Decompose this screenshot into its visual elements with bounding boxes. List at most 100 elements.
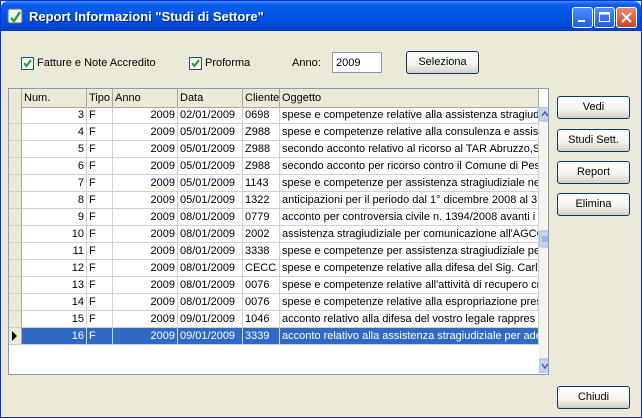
column-header[interactable]: Data	[178, 89, 243, 107]
table-cell[interactable]: 05/01/2009	[178, 192, 243, 209]
table-cell[interactable]: 0779	[243, 209, 280, 226]
table-cell[interactable]: F	[87, 294, 113, 311]
table-cell[interactable]: acconto per controversia civile n. 1394/…	[280, 209, 539, 226]
table-row[interactable]: 8 F 2009 05/01/2009 1322 anticipazioni per il…	[9, 192, 539, 209]
row-selector[interactable]	[9, 260, 22, 277]
studi-settore-button[interactable]: Studi Sett.	[557, 129, 630, 152]
table-cell[interactable]: acconto relativo alla difesa del vostro …	[280, 311, 539, 328]
column-header[interactable]: Anno	[113, 89, 178, 107]
anno-input[interactable]	[332, 52, 382, 73]
table-cell[interactable]: assistenza stragiudiziale per comunicazi…	[280, 226, 539, 243]
table-cell[interactable]: 05/01/2009	[178, 124, 243, 141]
table-cell[interactable]: 5	[22, 141, 87, 158]
table-cell[interactable]: 08/01/2009	[178, 294, 243, 311]
table-cell[interactable]: secondo acconto per ricorso contro il Co…	[280, 158, 539, 175]
table-cell[interactable]: 2009	[113, 209, 178, 226]
table-cell[interactable]: 1046	[243, 311, 280, 328]
table-cell[interactable]: 2009	[113, 226, 178, 243]
column-header[interactable]: Oggetto	[280, 89, 539, 107]
table-cell[interactable]: CECC	[243, 260, 280, 277]
proforma-checkbox[interactable]	[189, 57, 202, 70]
fatture-checkbox[interactable]	[21, 57, 34, 70]
table-cell[interactable]: Z988	[243, 158, 280, 175]
table-cell[interactable]: 09/01/2009	[178, 328, 243, 345]
table-cell[interactable]: spese e competenze relative all'attività…	[280, 277, 539, 294]
maximize-button[interactable]	[594, 7, 615, 28]
table-row[interactable]: 4 F 2009 05/01/2009 Z988 spese e competenze r…	[9, 124, 539, 141]
table-cell[interactable]: 2009	[113, 124, 178, 141]
table-cell[interactable]: F	[87, 107, 113, 124]
table-row[interactable]: 13 F 2009 08/01/2009 0076 spese e competenze …	[9, 277, 539, 294]
row-selector[interactable]	[9, 175, 22, 192]
report-button[interactable]: Report	[557, 161, 630, 184]
table-cell[interactable]: F	[87, 209, 113, 226]
row-selector[interactable]	[9, 277, 22, 294]
table-cell[interactable]: 08/01/2009	[178, 260, 243, 277]
table-cell[interactable]: 13	[22, 277, 87, 294]
table-row[interactable]: 11 F 2009 08/01/2009 3338 spese e competenze …	[9, 243, 539, 260]
table-cell[interactable]: Z988	[243, 124, 280, 141]
row-selector[interactable]	[9, 158, 22, 175]
table-cell[interactable]: F	[87, 311, 113, 328]
seleziona-button[interactable]: Seleziona	[406, 51, 479, 74]
table-cell[interactable]: 1143	[243, 175, 280, 192]
table-cell[interactable]: spese e competenze relative alla consule…	[280, 124, 539, 141]
table-row[interactable]: 7 F 2009 05/01/2009 1143 spese e competenze p…	[9, 175, 539, 192]
close-button[interactable]	[616, 7, 637, 28]
table-cell[interactable]: 3339	[243, 328, 280, 345]
table-cell[interactable]: F	[87, 141, 113, 158]
table-cell[interactable]: 2009	[113, 107, 178, 124]
data-grid[interactable]: Num. Tipo Anno Data Cliente Oggetto 3 F 20…	[8, 88, 549, 375]
table-cell[interactable]: 11	[22, 243, 87, 260]
minimize-button[interactable]	[572, 7, 593, 28]
table-cell[interactable]: 0698	[243, 107, 280, 124]
table-cell[interactable]: spese e competenze per assistenza stragi…	[280, 243, 539, 260]
table-cell[interactable]: 05/01/2009	[178, 158, 243, 175]
table-cell[interactable]: 2009	[113, 141, 178, 158]
table-cell[interactable]: F	[87, 243, 113, 260]
table-cell[interactable]: 9	[22, 209, 87, 226]
table-cell[interactable]: spese e competenze relative alla difesa …	[280, 260, 539, 277]
table-cell[interactable]: spese e competenze per assistenza stragi…	[280, 175, 539, 192]
table-cell[interactable]: 05/01/2009	[178, 141, 243, 158]
table-cell[interactable]: F	[87, 175, 113, 192]
table-cell[interactable]: 2009	[113, 158, 178, 175]
row-selector[interactable]	[9, 294, 22, 311]
row-selector[interactable]	[9, 192, 22, 209]
row-selector[interactable]	[9, 124, 22, 141]
table-cell[interactable]: 14	[22, 294, 87, 311]
row-selector[interactable]	[9, 243, 22, 260]
table-row[interactable]: 16 F 2009 09/01/2009 3339 acconto relativo al…	[9, 328, 539, 345]
table-cell[interactable]: 09/01/2009	[178, 311, 243, 328]
table-cell[interactable]: 2009	[113, 260, 178, 277]
table-cell[interactable]: 08/01/2009	[178, 243, 243, 260]
table-row[interactable]: 6 F 2009 05/01/2009 Z988 secondo acconto per …	[9, 158, 539, 175]
row-selector[interactable]	[9, 141, 22, 158]
vertical-scrollbar[interactable]	[539, 107, 548, 373]
table-cell[interactable]: 2002	[243, 226, 280, 243]
row-selector[interactable]	[9, 226, 22, 243]
vedi-button[interactable]: Vedi	[557, 96, 630, 119]
row-selector[interactable]	[9, 328, 22, 345]
table-cell[interactable]: F	[87, 260, 113, 277]
row-selector[interactable]	[9, 311, 22, 328]
row-selector[interactable]	[9, 209, 22, 226]
elimina-button[interactable]: Elimina	[557, 193, 630, 216]
table-cell[interactable]: anticipazioni per il periodo dal 1° dice…	[280, 192, 539, 209]
table-cell[interactable]: 2009	[113, 243, 178, 260]
table-row[interactable]: 10 F 2009 08/01/2009 2002 assistenza stragiud…	[9, 226, 539, 243]
table-cell[interactable]: 02/01/2009	[178, 107, 243, 124]
column-header[interactable]: Cliente	[243, 89, 280, 107]
table-cell[interactable]: 2009	[113, 192, 178, 209]
column-header[interactable]: Num.	[22, 89, 87, 107]
table-row[interactable]: 5 F 2009 05/01/2009 Z988 secondo acconto rela…	[9, 141, 539, 158]
table-cell[interactable]: 2009	[113, 311, 178, 328]
table-cell[interactable]: 8	[22, 192, 87, 209]
table-cell[interactable]: 2009	[113, 294, 178, 311]
table-cell[interactable]: 7	[22, 175, 87, 192]
table-cell[interactable]: 2009	[113, 175, 178, 192]
table-cell[interactable]: 0076	[243, 277, 280, 294]
table-cell[interactable]: 10	[22, 226, 87, 243]
table-cell[interactable]: 4	[22, 124, 87, 141]
table-cell[interactable]: 15	[22, 311, 87, 328]
